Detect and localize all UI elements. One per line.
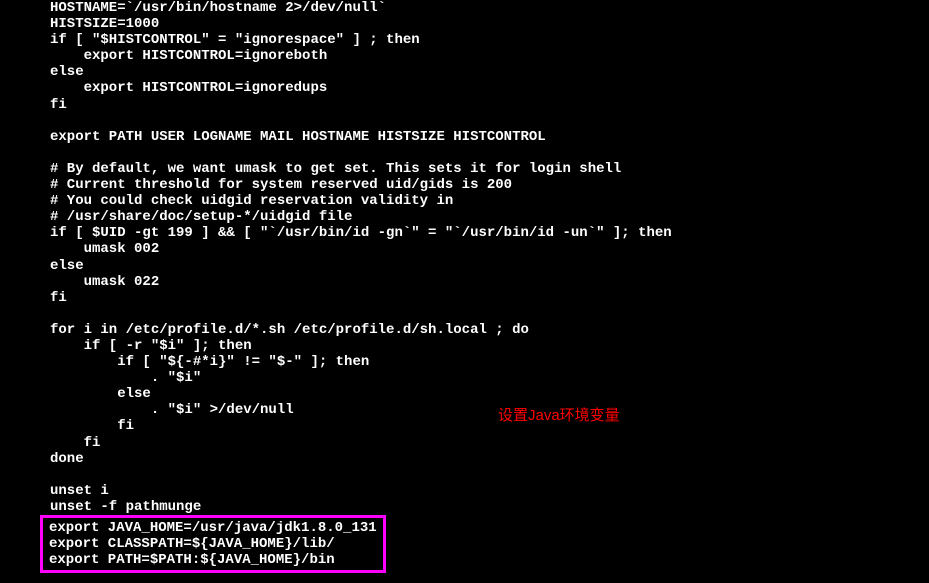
code-line — [50, 467, 879, 483]
classpath-line: export CLASSPATH=${JAVA_HOME}/lib/ — [49, 536, 377, 552]
code-line: fi — [50, 290, 879, 306]
code-line: unset -f pathmunge — [50, 499, 879, 515]
code-line: umask 022 — [50, 274, 879, 290]
code-line: done — [50, 451, 879, 467]
code-line: else — [50, 64, 879, 80]
code-line: fi — [50, 97, 879, 113]
code-line: if [ $UID -gt 199 ] && [ "`/usr/bin/id -… — [50, 225, 879, 241]
path-line: export PATH=$PATH:${JAVA_HOME}/bin — [49, 552, 377, 568]
code-line — [50, 113, 879, 129]
code-line: HOSTNAME=`/usr/bin/hostname 2>/dev/null` — [50, 0, 879, 16]
code-line: export HISTCONTROL=ignoredups — [50, 80, 879, 96]
code-line: export PATH USER LOGNAME MAIL HOSTNAME H… — [50, 129, 879, 145]
code-line: HISTSIZE=1000 — [50, 16, 879, 32]
code-line: . "$i" >/dev/null — [50, 402, 879, 418]
terminal-output: HOSTNAME=`/usr/bin/hostname 2>/dev/null`… — [50, 0, 879, 573]
code-line: fi — [50, 435, 879, 451]
code-line: # Current threshold for system reserved … — [50, 177, 879, 193]
code-line — [50, 145, 879, 161]
code-line: export HISTCONTROL=ignoreboth — [50, 48, 879, 64]
code-line: for i in /etc/profile.d/*.sh /etc/profil… — [50, 322, 879, 338]
code-line — [50, 306, 879, 322]
annotation-label: 设置Java环境变量 — [498, 407, 620, 424]
code-line: unset i — [50, 483, 879, 499]
code-line: fi — [50, 418, 879, 434]
code-line: else — [50, 258, 879, 274]
code-line: if [ "${-#*i}" != "$-" ]; then — [50, 354, 879, 370]
code-line: . "$i" — [50, 370, 879, 386]
code-line: else — [50, 386, 879, 402]
code-line: # /usr/share/doc/setup-*/uidgid file — [50, 209, 879, 225]
code-line: # You could check uidgid reservation val… — [50, 193, 879, 209]
code-line: if [ "$HISTCONTROL" = "ignorespace" ] ; … — [50, 32, 879, 48]
code-line: if [ -r "$i" ]; then — [50, 338, 879, 354]
highlighted-env-vars: export JAVA_HOME=/usr/java/jdk1.8.0_131 … — [40, 515, 386, 573]
java-home-line: export JAVA_HOME=/usr/java/jdk1.8.0_131 — [49, 520, 377, 536]
code-line: umask 002 — [50, 241, 879, 257]
code-line: # By default, we want umask to get set. … — [50, 161, 879, 177]
